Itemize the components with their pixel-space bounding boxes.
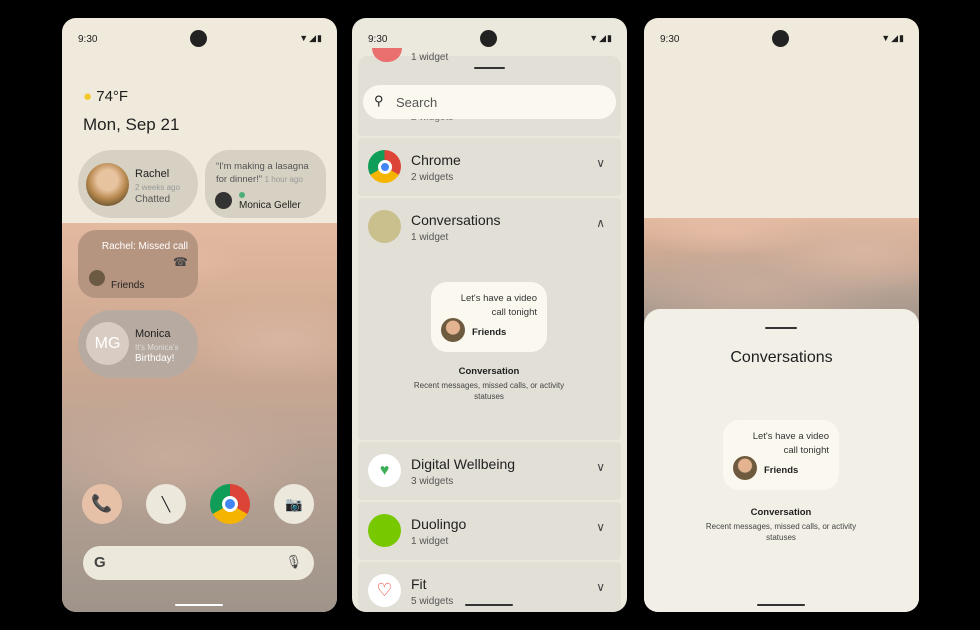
birthday-text: Birthday! — [135, 353, 175, 364]
app-name: Chrome — [411, 152, 461, 168]
fit-icon: ♡ — [368, 574, 401, 607]
status-bar: 9:30 ▼◢▮ — [62, 18, 337, 58]
missed-call-text: Rachel: Missed call — [101, 241, 188, 252]
widget-sheet-phone: 9:30 ▼◢▮ Conversations Let's have a vide… — [644, 18, 919, 612]
widget-count: 3 widgets — [411, 476, 454, 487]
chevron-down-icon[interactable]: ∨ — [596, 520, 605, 534]
weather[interactable]: ● 74°F — [83, 88, 128, 105]
group-avatar — [89, 270, 105, 286]
app-name: Digital Wellbeing — [411, 456, 516, 472]
nav-handle[interactable] — [465, 604, 513, 606]
wifi-signal-battery-icon: ▼◢▮ — [299, 33, 323, 43]
app-row-conversations[interactable]: Conversations 1 widget ∧ Let's have a vi… — [358, 198, 621, 440]
widget-picker-phone: 9:30 ▼◢▮ 1 widget 2 widgets ⚲ Search Chr… — [352, 18, 627, 612]
camera-cutout — [480, 30, 497, 47]
contact-name: Rachel — [135, 168, 170, 180]
avatar — [86, 163, 129, 206]
avatar — [441, 318, 465, 342]
contact-name: Friends — [472, 327, 507, 338]
chevron-down-icon[interactable]: ∨ — [596, 460, 605, 474]
widget-description: Recent messages, missed calls, or activi… — [705, 522, 857, 542]
search-input[interactable]: ⚲ Search — [363, 85, 616, 119]
wifi-signal-battery-icon: ▼◢▮ — [589, 33, 613, 43]
chrome-icon — [368, 150, 401, 183]
birthday-widget[interactable]: MG Monica It's Monica's Birthday! — [78, 310, 198, 378]
widget-caption: Conversation Recent messages, missed call… — [409, 366, 569, 402]
widget-caption: Conversation Recent messages, missed call… — [701, 507, 861, 543]
nav-handle[interactable] — [757, 604, 805, 606]
app-icon — [372, 48, 402, 62]
clock-time: 9:30 — [660, 34, 680, 45]
app-name: Fit — [411, 576, 427, 592]
camera-app-icon[interactable]: 📷 — [274, 484, 314, 524]
chevron-up-icon[interactable]: ∧ — [596, 216, 605, 230]
search-placeholder: Search — [396, 95, 438, 110]
drag-handle[interactable] — [765, 327, 797, 329]
chevron-down-icon[interactable]: ∨ — [596, 156, 605, 170]
camera-cutout — [772, 30, 789, 47]
app-name: Conversations — [411, 212, 501, 228]
app-row-duolingo[interactable]: Duolingo 1 widget ∨ — [358, 502, 621, 560]
contact-name: Friends — [764, 465, 799, 476]
bottom-sheet: Conversations Let's have a video call to… — [644, 309, 919, 612]
search-icon: ⚲ — [374, 93, 384, 108]
conversation-widget-preview[interactable]: Let's have a video call tonight Friends — [431, 282, 547, 352]
message-text: Let's have a video call tonight — [460, 293, 537, 318]
phone-app-icon[interactable]: 📞 — [82, 484, 122, 524]
widget-description: Recent messages, missed calls, or activi… — [413, 381, 565, 401]
drag-handle[interactable] — [474, 67, 505, 69]
google-logo: G — [94, 554, 106, 571]
rachel-conversation-widget[interactable]: Rachel 2 weeks ago Chatted — [78, 150, 198, 218]
sun-cloud-icon: ● — [83, 88, 93, 105]
group-name: Friends — [111, 280, 145, 291]
clock-time: 9:30 — [368, 34, 388, 45]
widget-title: Conversation — [458, 366, 520, 377]
widget-count: 1 widget — [411, 232, 449, 243]
clock-app-icon[interactable]: ╲ — [146, 484, 186, 524]
app-name: Duolingo — [411, 516, 467, 532]
birthday-line: It's Monica's — [135, 343, 179, 352]
widget-count: 2 widgets — [411, 172, 454, 183]
temperature: 74°F — [96, 88, 129, 105]
online-dot-icon — [239, 192, 245, 198]
chevron-down-icon[interactable]: ∨ — [596, 580, 605, 594]
avatar — [215, 192, 232, 209]
initials-avatar: MG — [86, 322, 129, 365]
widget-title: Conversation — [750, 507, 812, 518]
widget-count: 1 widget — [411, 52, 449, 63]
google-search-bar[interactable]: G 🎙 — [83, 546, 314, 580]
contact-name: Monica — [135, 328, 171, 340]
status-bar: 9:30 ▼◢▮ — [644, 18, 919, 58]
status-text: Chatted — [135, 194, 171, 205]
conversations-icon — [368, 210, 401, 243]
conversation-widget-preview[interactable]: Let's have a video call tonight Friends — [723, 420, 839, 490]
mic-icon[interactable]: 🎙 — [285, 554, 302, 570]
clock-time: 9:30 — [78, 34, 98, 45]
monica-geller-widget[interactable]: “I'm making a lasagna for dinner!” 1 hou… — [205, 150, 326, 218]
message-text: Let's have a video call tonight — [752, 431, 829, 456]
camera-cutout — [190, 30, 207, 47]
nav-handle[interactable] — [175, 604, 223, 606]
chrome-app-icon[interactable] — [210, 484, 250, 524]
timestamp: 2 weeks ago — [135, 183, 180, 192]
missed-call-icon: ☎ — [173, 255, 188, 269]
contact-name: Monica Geller — [239, 200, 301, 211]
app-row-chrome[interactable]: Chrome 2 widgets ∨ — [358, 138, 621, 196]
digital-wellbeing-icon: ♥ — [368, 454, 401, 487]
timestamp: 1 hour ago — [264, 175, 303, 184]
missed-call-widget[interactable]: Rachel: Missed call ☎ Friends — [78, 230, 198, 298]
home-screen-phone: 9:30 ▼◢▮ ● 74°F Mon, Sep 21 Rachel 2 wee… — [62, 18, 337, 612]
date[interactable]: Mon, Sep 21 — [83, 115, 179, 135]
widget-count: 1 widget — [411, 536, 449, 547]
sheet-title: Conversations — [730, 349, 833, 366]
wifi-signal-battery-icon: ▼◢▮ — [881, 33, 905, 43]
duolingo-icon — [368, 514, 401, 547]
widget-count: 5 widgets — [411, 596, 454, 607]
avatar — [733, 456, 757, 480]
app-row-digital-wellbeing[interactable]: ♥ Digital Wellbeing 3 widgets ∨ — [358, 442, 621, 500]
